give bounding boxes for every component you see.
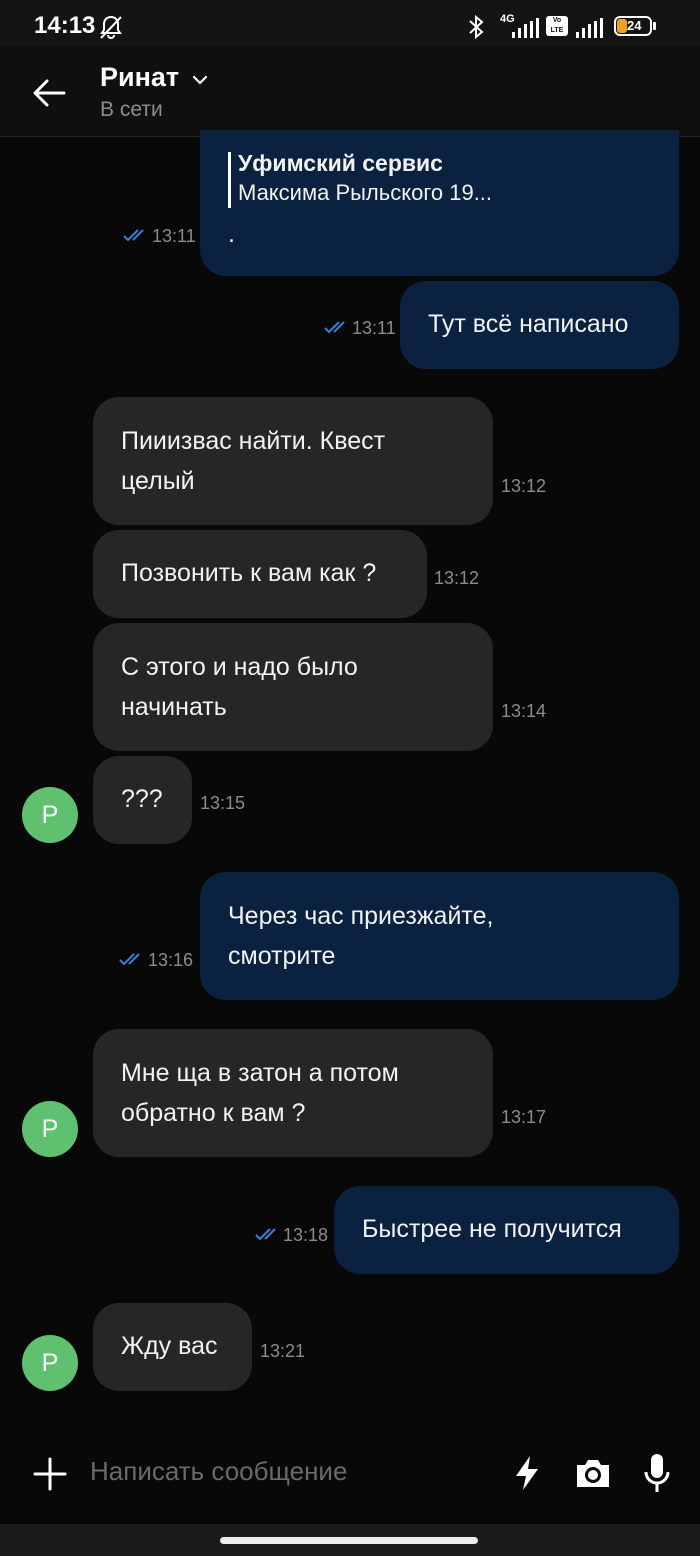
message-input[interactable]: Написать сообщение <box>90 1456 347 1487</box>
message-time: 13:17 <box>501 1107 547 1127</box>
reply-title: Уфимский сервис <box>238 150 443 176</box>
message-line: Жду вас <box>121 1332 218 1360</box>
presence-status: В сети <box>100 98 163 121</box>
message-line: целый <box>121 467 195 495</box>
contact-name[interactable]: Ринат <box>100 62 179 93</box>
message-line: смотрите <box>228 942 336 970</box>
read-check-icon <box>255 1228 276 1241</box>
message-bubble-outgoing[interactable]: Тут всё написано <box>400 281 679 369</box>
message-time: 13:21 <box>260 1341 306 1361</box>
message-bubble-incoming[interactable]: Мне ща в затон а потом обратно к вам ? <box>93 1029 493 1157</box>
message-line: Через час приезжайте, <box>228 902 494 930</box>
message-bubble-incoming[interactable]: Жду вас <box>93 1303 252 1391</box>
message-time: 13:18 <box>283 1225 329 1245</box>
message-line: обратно к вам ? <box>121 1099 306 1127</box>
message-line: Пииизвас найти. Квест <box>121 427 386 455</box>
message-composer: Написать сообщение <box>0 1428 700 1524</box>
volte-icon: Vo LTE <box>546 16 568 36</box>
mute-bell-icon <box>100 15 122 39</box>
battery-icon: 24 <box>614 16 652 36</box>
status-time: 14:13 <box>34 12 96 39</box>
microphone-icon[interactable] <box>642 1452 672 1496</box>
battery-tip <box>653 22 656 30</box>
back-arrow-icon[interactable] <box>32 78 66 108</box>
home-indicator[interactable] <box>220 1537 478 1544</box>
camera-icon[interactable] <box>573 1456 613 1490</box>
message-bubble-incoming[interactable]: Пииизвас найти. Квест целый <box>93 397 493 525</box>
message-text: . <box>228 220 235 248</box>
signal-icon <box>512 18 539 38</box>
plus-icon[interactable] <box>32 1456 68 1492</box>
bluetooth-icon <box>469 14 484 40</box>
message-bubble-outgoing[interactable]: Быстрее не получится <box>334 1186 679 1274</box>
message-time: 13:11 <box>152 226 196 246</box>
read-check-icon <box>119 953 140 966</box>
message-line: начинать <box>121 693 227 721</box>
read-check-icon <box>123 229 144 242</box>
message-line: С этого и надо было <box>121 653 358 681</box>
chevron-down-icon[interactable] <box>192 74 208 86</box>
message-line: Мне ща в затон а потом <box>121 1059 399 1087</box>
battery-level: 24 <box>627 18 642 33</box>
signal-icon-2 <box>576 18 603 38</box>
message-time: 13:12 <box>434 568 480 588</box>
avatar[interactable]: Р <box>22 787 78 843</box>
reply-bar <box>228 152 231 208</box>
message-text: Тут всё написано <box>428 310 629 338</box>
message-time: 13:15 <box>200 793 246 813</box>
status-bar: 14:13 4G Vo LTE 24 <box>0 0 700 46</box>
chat-header: Ринат В сети <box>0 46 700 137</box>
message-bubble-incoming[interactable]: Позвонить к вам как ? <box>93 530 427 618</box>
avatar[interactable]: Р <box>22 1101 78 1157</box>
message-time: 13:11 <box>352 318 396 338</box>
reply-text: Максима Рыльского 19... <box>238 180 493 205</box>
message-time: 13:16 <box>148 950 194 970</box>
message-line: Быстрее не получится <box>362 1215 622 1243</box>
lightning-icon[interactable] <box>512 1454 542 1492</box>
message-line: Позвонить к вам как ? <box>121 559 377 587</box>
message-bubble-outgoing[interactable]: Через час приезжайте, смотрите <box>200 872 679 1000</box>
avatar[interactable]: Р <box>22 1335 78 1391</box>
message-time: 13:12 <box>501 476 547 496</box>
read-check-icon <box>324 321 345 334</box>
message-line: ??? <box>121 785 163 813</box>
message-bubble-incoming[interactable]: ??? <box>93 756 192 844</box>
message-time: 13:14 <box>501 701 547 721</box>
message-bubble-incoming[interactable]: С этого и надо было начинать <box>93 623 493 751</box>
message-bubble-outgoing[interactable]: Уфимский сервис Максима Рыльского 19... … <box>200 130 679 276</box>
